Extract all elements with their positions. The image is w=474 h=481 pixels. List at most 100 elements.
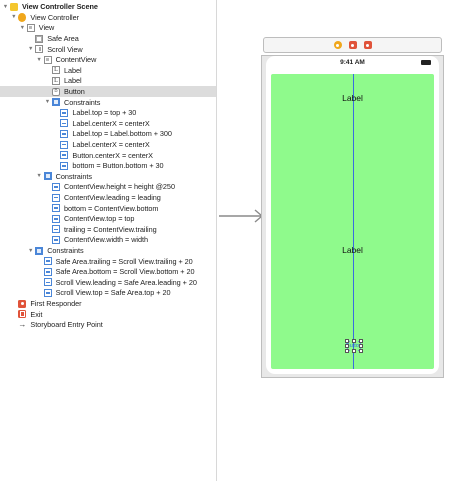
disclosure-triangle-icon — [36, 288, 43, 298]
outline-row[interactable]: Label.top = Label.bottom + 300 — [0, 129, 216, 140]
outline-row-label: Label — [64, 65, 82, 75]
outline-row-label: Button — [64, 87, 85, 97]
document-outline: ▼ View Controller Scene ▼ View Controller ▼ V… — [0, 0, 217, 481]
scene-dock — [263, 37, 442, 53]
outline-row[interactable]: Scroll View.top = Safe Area.top + 20 — [0, 288, 216, 299]
constraint-icon — [43, 278, 52, 287]
outline-row[interactable]: Label.centerX = centerX — [0, 118, 216, 129]
outline-row-label: Label.top = Label.bottom + 300 — [72, 129, 172, 139]
resize-handle[interactable] — [359, 344, 363, 348]
disclosure-triangle-icon — [44, 203, 51, 213]
constraint-icon — [43, 288, 52, 297]
outline-row-label: Storyboard Entry Point — [30, 320, 103, 330]
outline-row-label: trailing = ContentView.trailing — [64, 224, 157, 234]
outline-row-label: ContentView.height = height @250 — [64, 182, 175, 192]
outline-row[interactable]: → Storyboard Entry Point — [0, 320, 216, 331]
first-responder-icon — [18, 299, 27, 308]
outline-row[interactable]: ▼ View Controller — [0, 12, 216, 23]
outline-row-label: Safe Area — [47, 34, 79, 44]
outline-row-label: Scroll View.top = Safe Area.top + 20 — [55, 288, 171, 298]
outline-row-label: ContentView — [55, 55, 97, 65]
disclosure-triangle-icon[interactable]: ▼ — [27, 246, 34, 256]
disclosure-triangle-icon[interactable]: ▼ — [19, 23, 26, 33]
disclosure-triangle-icon[interactable]: ▼ — [2, 2, 9, 12]
constraint-icon — [52, 214, 60, 223]
outline-row[interactable]: L Label — [0, 76, 216, 87]
status-bar-time: 9:41 AM — [340, 59, 365, 66]
content-view[interactable]: Label Label Button — [271, 74, 434, 369]
outline-row[interactable]: Safe Area.bottom = Scroll View.bottom + … — [0, 267, 216, 278]
disclosure-triangle-icon[interactable]: ▼ — [36, 55, 43, 65]
outline-row[interactable]: Safe Area.trailing = Scroll View.trailin… — [0, 256, 216, 267]
outline-row[interactable]: ▼ View — [0, 23, 216, 34]
disclosure-triangle-icon — [10, 320, 17, 330]
outline-row[interactable]: bottom = ContentView.bottom — [0, 203, 216, 214]
disclosure-triangle-icon[interactable]: ▼ — [27, 44, 34, 54]
first-responder-icon[interactable] — [348, 41, 357, 49]
exit-icon — [18, 310, 27, 319]
exit-icon[interactable] — [363, 41, 372, 49]
disclosure-triangle-icon — [44, 65, 51, 75]
outline-row-label: bottom = Button.bottom + 30 — [72, 161, 164, 171]
outline-row[interactable]: ▼ ContentView — [0, 55, 216, 66]
constraint-icon — [43, 267, 52, 276]
storyboard-entry-arrow-icon[interactable] — [219, 209, 265, 223]
resize-handle[interactable] — [359, 339, 363, 343]
outline-row[interactable]: ▼ View Controller Scene — [0, 2, 216, 13]
battery-icon — [421, 60, 431, 65]
outline-row[interactable]: ContentView.top = top — [0, 214, 216, 225]
outline-row[interactable]: L Label — [0, 65, 216, 76]
constraint-icon — [52, 204, 60, 213]
outline-row-label: Safe Area.trailing = Scroll View.trailin… — [55, 256, 193, 266]
outline-row[interactable]: ContentView.leading = leading — [0, 192, 216, 203]
outline-row[interactable]: bottom = Button.bottom + 30 — [0, 161, 216, 172]
label-icon: L — [52, 76, 60, 85]
outline-row[interactable]: ContentView.height = height @250 — [0, 182, 216, 193]
view-controller-icon — [18, 13, 27, 22]
outline-row[interactable]: Button.centerX = centerX — [0, 150, 216, 161]
outline-row[interactable]: Label.centerX = centerX — [0, 139, 216, 150]
view-controller-icon[interactable] — [333, 41, 342, 49]
outline-row-label: Label — [64, 76, 82, 86]
resize-handle[interactable] — [352, 339, 356, 343]
outline-row-label: View Controller — [30, 12, 79, 22]
disclosure-triangle-icon[interactable]: ▼ — [10, 12, 17, 22]
resize-handle[interactable] — [345, 339, 349, 343]
outline-row[interactable]: B Button — [0, 86, 216, 97]
constraints-group-icon — [43, 172, 52, 181]
disclosure-triangle-icon[interactable]: ▼ — [36, 171, 43, 181]
outline-row[interactable]: Label.top = top + 30 — [0, 108, 216, 119]
outline-row[interactable]: Exit — [0, 309, 216, 320]
outline-row[interactable]: ContentView.width = width — [0, 235, 216, 246]
outline-row[interactable]: Safe Area — [0, 33, 216, 44]
outline-row-label: Constraints — [55, 171, 92, 181]
outline-row[interactable]: ▼ Constraints — [0, 245, 216, 256]
outline-row-label: Safe Area.bottom = Scroll View.bottom + … — [55, 267, 195, 277]
disclosure-triangle-icon[interactable]: ▼ — [44, 97, 51, 107]
outline-row[interactable]: Scroll View.leading = Safe Area.leading … — [0, 277, 216, 288]
resize-handle[interactable] — [345, 344, 349, 348]
outline-row[interactable]: ▼ Constraints — [0, 171, 216, 182]
outline-row-label: Scroll View — [47, 44, 83, 54]
resize-handle[interactable] — [352, 349, 356, 353]
disclosure-triangle-icon — [10, 299, 17, 309]
scene-icon — [10, 2, 18, 11]
resize-handle[interactable] — [359, 349, 363, 353]
view-icon — [26, 23, 35, 32]
outline-row-label: Button.centerX = centerX — [72, 150, 153, 160]
constraints-group-icon — [35, 246, 44, 255]
label-middle[interactable]: Label — [271, 245, 434, 255]
disclosure-triangle-icon — [52, 140, 59, 150]
label-top[interactable]: Label — [271, 93, 434, 103]
outline-row[interactable]: ▼ Scroll View — [0, 44, 216, 55]
outline-row[interactable]: First Responder — [0, 298, 216, 309]
outline-row-label: Scroll View.leading = Safe Area.leading … — [55, 277, 197, 287]
disclosure-triangle-icon — [44, 182, 51, 192]
disclosure-triangle-icon — [44, 235, 51, 245]
resize-handle[interactable] — [345, 349, 349, 353]
constraint-icon — [52, 182, 60, 191]
label-icon: L — [52, 66, 60, 75]
outline-row[interactable]: trailing = ContentView.trailing — [0, 224, 216, 235]
outline-row[interactable]: ▼ Constraints — [0, 97, 216, 108]
outline-row-label: Label.centerX = centerX — [72, 118, 150, 128]
